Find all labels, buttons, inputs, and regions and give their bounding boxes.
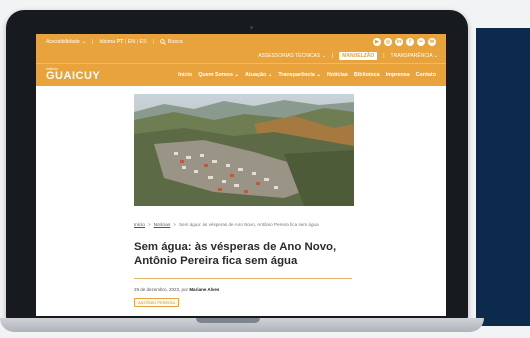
linkedin-icon[interactable]: in: [395, 37, 403, 46]
article-meta: 29 de dezembro, 2023, por Mariane Alves: [134, 287, 219, 292]
background-panel: [476, 28, 530, 326]
page-title-line: Antônio Pereira fica sem água: [134, 255, 298, 268]
nav-item-atuacao[interactable]: Atuação ⌄: [245, 72, 272, 78]
divider: |: [91, 38, 94, 45]
title-divider: [134, 278, 352, 279]
chevron-down-icon: ⌄: [234, 72, 239, 78]
nav-item-noticias[interactable]: Notícias: [327, 72, 348, 78]
transparencia-menu[interactable]: TRANSPARÊNCIA ⌄: [391, 53, 438, 59]
chevron-down-icon: ⌄: [267, 72, 273, 78]
secondary-nav: ASSESSORIAS TÉCNICAS ⌄ | MANUELZÃO | TRA…: [36, 49, 446, 63]
nav-item-biblioteca[interactable]: Biblioteca: [354, 72, 380, 78]
top-utility-bar: Acessibilidade ⌄ | Idioma PT | EN | ES |…: [36, 34, 446, 49]
accessibility-menu[interactable]: Acessibilidade ⌄: [46, 39, 86, 45]
divider: |: [124, 38, 127, 45]
assessorias-menu[interactable]: ASSESSORIAS TÉCNICAS ⌄: [258, 53, 326, 59]
nav-item-contato[interactable]: Contato: [416, 72, 436, 78]
breadcrumb-current: Sem água: às vésperas de Ano Novo, Antôn…: [178, 222, 319, 227]
language-switcher: Idioma PT | EN | ES: [99, 39, 146, 45]
camera-dot: [250, 26, 253, 29]
article-date: 29 de dezembro, 2023, por: [134, 287, 189, 292]
nav-item-inicio[interactable]: Início: [178, 72, 192, 78]
chevron-down-icon: ⌄: [321, 53, 326, 59]
flickr-icon[interactable]: ••: [417, 37, 425, 46]
article-author[interactable]: Mariane Alves: [189, 287, 219, 292]
breadcrumb-separator: >: [173, 222, 176, 227]
page-title-line: Sem água: às vésperas de Ano Novo,: [134, 241, 337, 253]
main-navbar: Instituto GUAICUY Início Quem Somos ⌄ At…: [36, 63, 446, 86]
divider: |: [152, 38, 154, 45]
lang-es-link[interactable]: ES: [139, 39, 146, 45]
aerial-town-image: [134, 94, 354, 206]
breadcrumb: Início > Notícias > Sem água: às véspera…: [134, 222, 319, 227]
divider: |: [136, 38, 138, 45]
instagram-icon[interactable]: ◎: [384, 37, 392, 46]
nav-item-quem-somos[interactable]: Quem Somos ⌄: [198, 72, 239, 78]
chevron-down-icon: ⌄: [316, 72, 321, 78]
search-icon: [160, 38, 166, 45]
language-label: Idioma: [99, 38, 116, 45]
lang-en-link[interactable]: EN: [128, 39, 135, 45]
article-hero-image: [134, 94, 354, 206]
chevron-down-icon: ⌄: [433, 53, 438, 59]
laptop-frame: Acessibilidade ⌄ | Idioma PT | EN | ES |…: [6, 10, 468, 322]
facebook-icon[interactable]: f: [406, 37, 414, 46]
nav-item-imprensa[interactable]: Imprensa: [386, 72, 410, 78]
breadcrumb-separator: >: [147, 222, 151, 227]
site-logo[interactable]: Instituto GUAICUY: [46, 67, 100, 82]
breadcrumb-home-link[interactable]: Início: [134, 222, 145, 227]
manuelzao-button[interactable]: MANUELZÃO: [339, 52, 378, 60]
divider: |: [383, 53, 385, 59]
main-menu: Início Quem Somos ⌄ Atuação ⌄ Transparên…: [178, 72, 436, 78]
page-title: Sem água: às vésperas de Ano Novo, Antôn…: [134, 240, 360, 269]
social-links: ▶ ◎ in f •• ✉: [373, 37, 436, 46]
breadcrumb-news-link[interactable]: Notícias: [154, 222, 171, 227]
article-tag[interactable]: ANTÔNIO PEREIRA: [134, 298, 179, 307]
youtube-icon[interactable]: ▶: [373, 37, 381, 46]
divider: |: [331, 53, 334, 59]
chevron-down-icon: ⌄: [81, 38, 86, 45]
lang-pt-link[interactable]: PT: [117, 39, 124, 45]
laptop-notch: [196, 318, 260, 323]
browser-screen: Acessibilidade ⌄ | Idioma PT | EN | ES |…: [36, 34, 446, 316]
nav-item-transparencia[interactable]: Transparência ⌄: [278, 72, 321, 78]
email-icon[interactable]: ✉: [428, 37, 436, 46]
search-button[interactable]: Busca: [160, 39, 183, 45]
